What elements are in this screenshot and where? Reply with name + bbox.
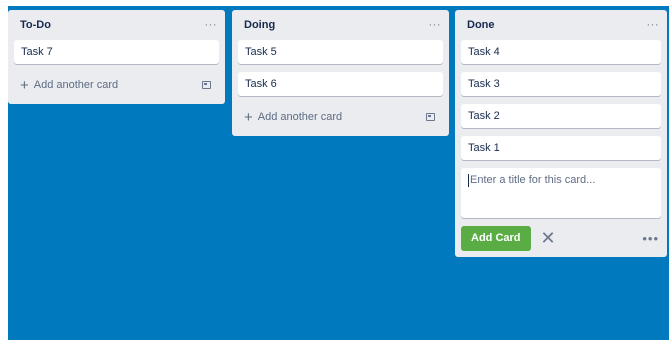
card-task-6[interactable]: Task 6 [238, 72, 443, 96]
more-horizontal-icon[interactable]: ··· [429, 19, 442, 31]
list-header: Doing ··· [238, 10, 443, 40]
plus-icon: + [20, 76, 29, 94]
card-template-icon[interactable] [426, 113, 435, 121]
more-dots-icon[interactable]: ••• [642, 231, 661, 246]
plus-icon: + [244, 108, 253, 126]
add-card-button[interactable]: + Add another card [238, 104, 443, 130]
card-task-5[interactable]: Task 5 [238, 40, 443, 64]
add-card-submit-button[interactable]: Add Card [461, 225, 531, 251]
list-header: Done ··· [461, 10, 661, 40]
add-card-button[interactable]: + Add another card [14, 72, 219, 98]
text-caret [468, 174, 469, 187]
composer-controls: Add Card ✕ ••• [461, 225, 661, 251]
close-icon[interactable]: ✕ [541, 229, 556, 247]
more-horizontal-icon[interactable]: ··· [205, 19, 218, 31]
more-horizontal-icon[interactable]: ··· [647, 19, 660, 31]
add-card-label: Add another card [33, 79, 119, 91]
list-todo: To-Do ··· Task 7 + Add another card [8, 10, 225, 104]
list-title[interactable]: Done [467, 19, 495, 31]
add-card-label: Add another card [257, 111, 343, 123]
card-task-2[interactable]: Task 2 [461, 104, 661, 128]
card-title-input[interactable] [470, 174, 650, 186]
list-title[interactable]: To-Do [20, 19, 51, 31]
card-task-7[interactable]: Task 7 [14, 40, 219, 64]
list-title[interactable]: Doing [244, 19, 275, 31]
card-composer[interactable] [461, 168, 661, 218]
card-task-3[interactable]: Task 3 [461, 72, 661, 96]
list-done: Done ··· Task 4 Task 3 Task 2 Task 1 Add… [455, 10, 667, 257]
card-task-4[interactable]: Task 4 [461, 40, 661, 64]
list-header: To-Do ··· [14, 10, 219, 40]
card-template-icon[interactable] [202, 81, 211, 89]
list-doing: Doing ··· Task 5 Task 6 + Add another ca… [232, 10, 449, 136]
card-task-1[interactable]: Task 1 [461, 136, 661, 160]
